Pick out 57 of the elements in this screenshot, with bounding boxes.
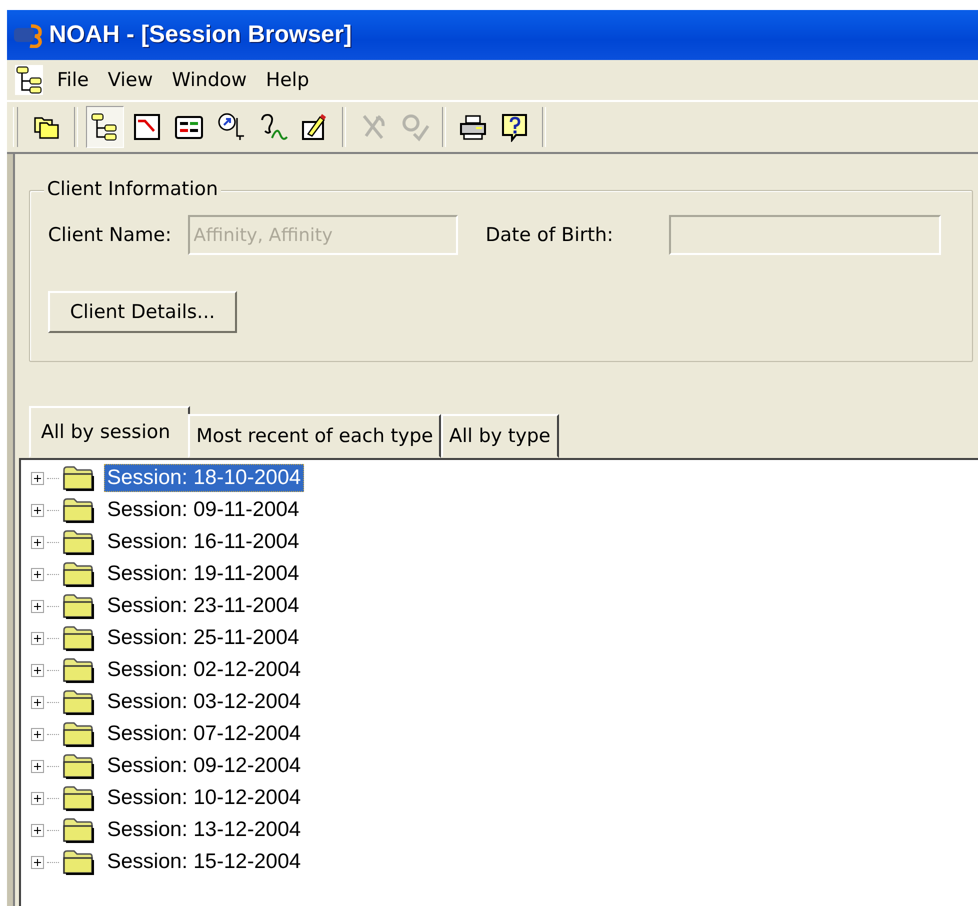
folder-icon: [62, 464, 94, 492]
menu-item[interactable]: Help: [258, 69, 320, 91]
session-item[interactable]: Session: 09-11-2004: [104, 496, 302, 524]
expand-icon[interactable]: [31, 536, 44, 548]
tree-icon: [15, 65, 43, 95]
folder-icon: [62, 784, 94, 812]
client-details-button[interactable]: Client Details...: [48, 291, 238, 333]
folder-icon: [62, 560, 94, 588]
magnifier-icon: [216, 112, 246, 142]
session-item[interactable]: Session: 25-11-2004: [104, 624, 302, 652]
app-logo-icon: [13, 22, 43, 48]
expand-icon[interactable]: [31, 696, 44, 708]
tab[interactable]: All by session: [29, 406, 190, 458]
expand-icon[interactable]: [31, 760, 44, 772]
date-of-birth-label: Date of Birth:: [486, 224, 614, 246]
session-item[interactable]: Session: 13-12-2004: [104, 816, 304, 844]
expand-icon[interactable]: [31, 824, 44, 836]
folder-icon: [62, 816, 94, 844]
menu-item[interactable]: View: [100, 69, 164, 91]
expand-icon[interactable]: [31, 504, 44, 516]
session-item[interactable]: Session: 16-11-2004: [104, 528, 302, 556]
tab[interactable]: All by type: [441, 414, 558, 458]
session-item[interactable]: Session: 10-12-2004: [104, 784, 304, 812]
tree-button[interactable]: [86, 106, 124, 148]
expand-icon[interactable]: [31, 792, 44, 804]
graph-icon: [132, 112, 162, 142]
folder-icon: [62, 656, 94, 684]
folder-icon: [62, 496, 94, 524]
session-item[interactable]: Session: 23-11-2004: [104, 592, 302, 620]
session-item[interactable]: Session: 15-12-2004: [104, 848, 304, 876]
expand-icon[interactable]: [31, 856, 44, 868]
folder-icon: [62, 848, 94, 876]
expand-icon[interactable]: [31, 728, 44, 740]
folder-icon: [62, 592, 94, 620]
folder-icon: [62, 624, 94, 652]
menu-item[interactable]: File: [49, 69, 100, 91]
expand-icon[interactable]: [31, 568, 44, 580]
menu-item[interactable]: Window: [164, 69, 258, 91]
folder-icon: [62, 528, 94, 556]
expand-icon[interactable]: [31, 632, 44, 644]
folder-icon: [62, 720, 94, 748]
help-icon: [500, 112, 530, 142]
folder-icon: [62, 688, 94, 716]
folder-icon: [62, 752, 94, 780]
expand-icon[interactable]: [31, 664, 44, 676]
session-item[interactable]: Session: 18-10-2004: [104, 464, 304, 492]
expand-icon[interactable]: [31, 472, 44, 484]
session-item[interactable]: Session: 03-12-2004: [104, 688, 304, 716]
session-item[interactable]: Session: 19-11-2004: [104, 560, 302, 588]
session-item[interactable]: Session: 09-12-2004: [104, 752, 304, 780]
tab[interactable]: Most recent of each type: [188, 414, 442, 458]
expand-icon[interactable]: [31, 600, 44, 612]
session-item[interactable]: Session: 07-12-2004: [104, 720, 304, 748]
session-item[interactable]: Session: 02-12-2004: [104, 656, 304, 684]
client-name-label: Client Name:: [48, 224, 172, 246]
window-title: NOAH - [Session Browser]: [49, 21, 352, 49]
checkmark-icon: [400, 112, 430, 142]
